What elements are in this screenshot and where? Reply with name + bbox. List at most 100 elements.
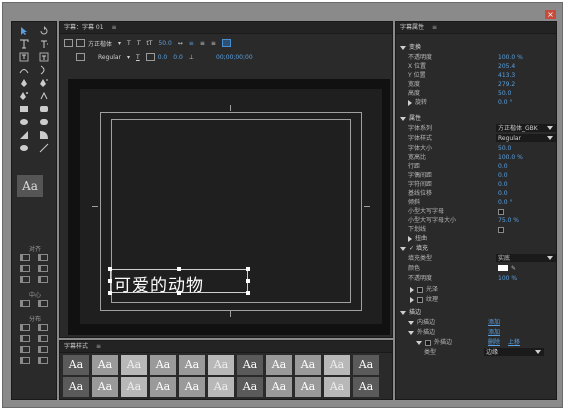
wedge-tool-icon[interactable] — [16, 130, 32, 140]
style-swatch[interactable]: Aa — [295, 377, 321, 397]
style-swatch[interactable]: Aa — [266, 377, 292, 397]
width-value[interactable]: 279.2 — [498, 80, 515, 89]
title-canvas[interactable]: 可爱的动物 — [68, 79, 390, 335]
resize-handle[interactable] — [108, 279, 112, 283]
style-swatch[interactable]: Aa — [295, 355, 321, 375]
distribute-right-icon[interactable] — [20, 346, 30, 353]
small-caps-size-value[interactable]: 75.0 % — [498, 216, 519, 225]
align-middle-icon[interactable] — [38, 265, 48, 272]
area-type-tool-icon[interactable] — [16, 52, 32, 62]
circle-tool-icon[interactable] — [16, 143, 32, 153]
vertical-type-tool-icon[interactable] — [36, 39, 52, 49]
distribute-height-icon[interactable] — [38, 357, 48, 364]
show-background-video-icon[interactable] — [221, 39, 231, 47]
attributes-section[interactable]: 属性 — [400, 114, 556, 123]
rounded-corner-tool-icon[interactable] — [36, 117, 52, 127]
texture-row[interactable]: 纹理 — [410, 295, 556, 304]
styles-tab[interactable]: 字幕样式 ≡ — [60, 341, 392, 353]
add-outer-stroke-link[interactable]: 添加 — [488, 328, 500, 337]
small-caps-checkbox[interactable] — [498, 208, 504, 215]
resize-handle[interactable] — [246, 267, 250, 271]
fill-checkbox[interactable]: ✓ — [409, 245, 416, 252]
tracking-value[interactable]: 0.0 — [498, 180, 508, 189]
align-bottom-icon[interactable] — [38, 276, 48, 283]
font-style-select[interactable]: Regular — [98, 54, 121, 61]
type-tool-icon[interactable] — [16, 39, 32, 49]
baseline-value[interactable]: 0.0 — [498, 189, 508, 198]
chevron-down-icon[interactable]: ▾ — [118, 40, 121, 47]
italic-icon[interactable]: T — [137, 40, 141, 47]
center-vertical-icon[interactable] — [38, 300, 48, 307]
align-center-text-icon[interactable]: ≡ — [200, 40, 205, 47]
selection-tool-icon[interactable] — [16, 26, 32, 36]
outer-stroke-checkbox[interactable] — [425, 339, 431, 346]
resize-handle[interactable] — [108, 291, 112, 295]
roll-crawl-options-icon[interactable] — [76, 39, 85, 47]
distribute-center-icon[interactable] — [20, 335, 30, 342]
properties-tab[interactable]: 字幕属性 ≡ — [396, 22, 556, 34]
close-icon[interactable]: × — [545, 10, 556, 19]
panel-menu-icon[interactable]: ≡ — [432, 24, 437, 31]
distort-row[interactable]: 扭曲 — [408, 234, 556, 243]
resize-handle[interactable] — [246, 291, 250, 295]
style-swatch[interactable]: Aa — [63, 377, 89, 397]
vertical-area-type-tool-icon[interactable] — [36, 52, 52, 62]
height-value[interactable]: 50.0 — [498, 89, 511, 98]
panel-menu-icon[interactable]: ≡ — [111, 24, 116, 31]
style-swatch[interactable]: Aa — [121, 355, 147, 375]
path-type-tool-icon[interactable] — [16, 65, 32, 75]
underline-checkbox[interactable] — [498, 226, 504, 233]
line-tool-icon[interactable] — [36, 143, 52, 153]
move-up-stroke-link[interactable]: 上移 — [508, 338, 520, 347]
tab-stops-icon[interactable]: ⊥ — [189, 54, 194, 61]
fill-type-dropdown[interactable]: 实底 — [496, 254, 556, 262]
style-swatch[interactable]: Aa — [179, 377, 205, 397]
transform-section[interactable]: 变换 — [400, 43, 556, 52]
style-swatch[interactable]: Aa — [324, 377, 350, 397]
sheen-row[interactable]: 光泽 — [410, 285, 556, 294]
rotation-value[interactable]: 0.0 ° — [498, 98, 512, 107]
style-swatch[interactable]: Aa — [179, 355, 205, 375]
kerning-prop-value[interactable]: 0.0 — [498, 171, 508, 180]
style-swatch[interactable]: Aa — [63, 355, 89, 375]
x-position-value[interactable]: 205.4 — [498, 62, 515, 71]
underline-icon[interactable]: T — [136, 54, 140, 61]
rounded-rectangle-tool-icon[interactable] — [36, 104, 52, 114]
aspect-value[interactable]: 100.0 % — [498, 153, 523, 162]
style-swatch[interactable]: Aa — [324, 355, 350, 375]
align-center-icon[interactable] — [38, 254, 48, 261]
new-title-icon[interactable] — [64, 39, 73, 47]
opacity-value[interactable]: 100.0 % — [498, 53, 523, 62]
align-left-icon[interactable] — [20, 254, 30, 261]
style-swatch[interactable]: Aa — [237, 377, 263, 397]
pen-tool-icon[interactable] — [16, 78, 32, 88]
style-swatch[interactable]: Aa — [353, 377, 379, 397]
rotation-tool-icon[interactable] — [36, 26, 52, 36]
font-size-prop-value[interactable]: 50.0 — [498, 144, 511, 153]
fill-color-swatch[interactable] — [498, 265, 508, 271]
resize-handle[interactable] — [246, 279, 250, 283]
chevron-down-icon[interactable]: ▾ — [127, 54, 130, 61]
style-swatch[interactable]: Aa — [266, 355, 292, 375]
align-left-text-icon[interactable]: ≡ — [189, 40, 194, 47]
delete-anchor-tool-icon[interactable] — [36, 78, 52, 88]
bold-icon[interactable]: T — [127, 40, 131, 47]
style-swatch[interactable]: Aa — [121, 377, 147, 397]
style-swatch[interactable]: Aa — [208, 355, 234, 375]
style-swatch[interactable]: Aa — [237, 355, 263, 375]
align-right-text-icon[interactable]: ≡ — [211, 40, 216, 47]
distribute-left-icon[interactable] — [20, 324, 30, 331]
style-swatch[interactable]: Aa — [353, 355, 379, 375]
rectangle-tool-icon[interactable] — [16, 104, 32, 114]
style-swatch[interactable]: Aa — [150, 355, 176, 375]
delete-stroke-link[interactable]: 删除 — [488, 338, 500, 347]
eyedropper-icon[interactable]: ✎ — [511, 264, 516, 273]
resize-handle[interactable] — [108, 267, 112, 271]
kerning-value[interactable]: 0.0 — [158, 54, 168, 61]
arc-tool-icon[interactable] — [36, 130, 52, 140]
style-swatch[interactable]: Aa — [208, 377, 234, 397]
stroke-type-dropdown[interactable]: 边缘 — [484, 348, 544, 356]
slant-value[interactable]: 0.0 ° — [498, 198, 512, 207]
strokes-section[interactable]: 描边 — [400, 308, 556, 317]
style-swatch[interactable]: Aa — [150, 377, 176, 397]
